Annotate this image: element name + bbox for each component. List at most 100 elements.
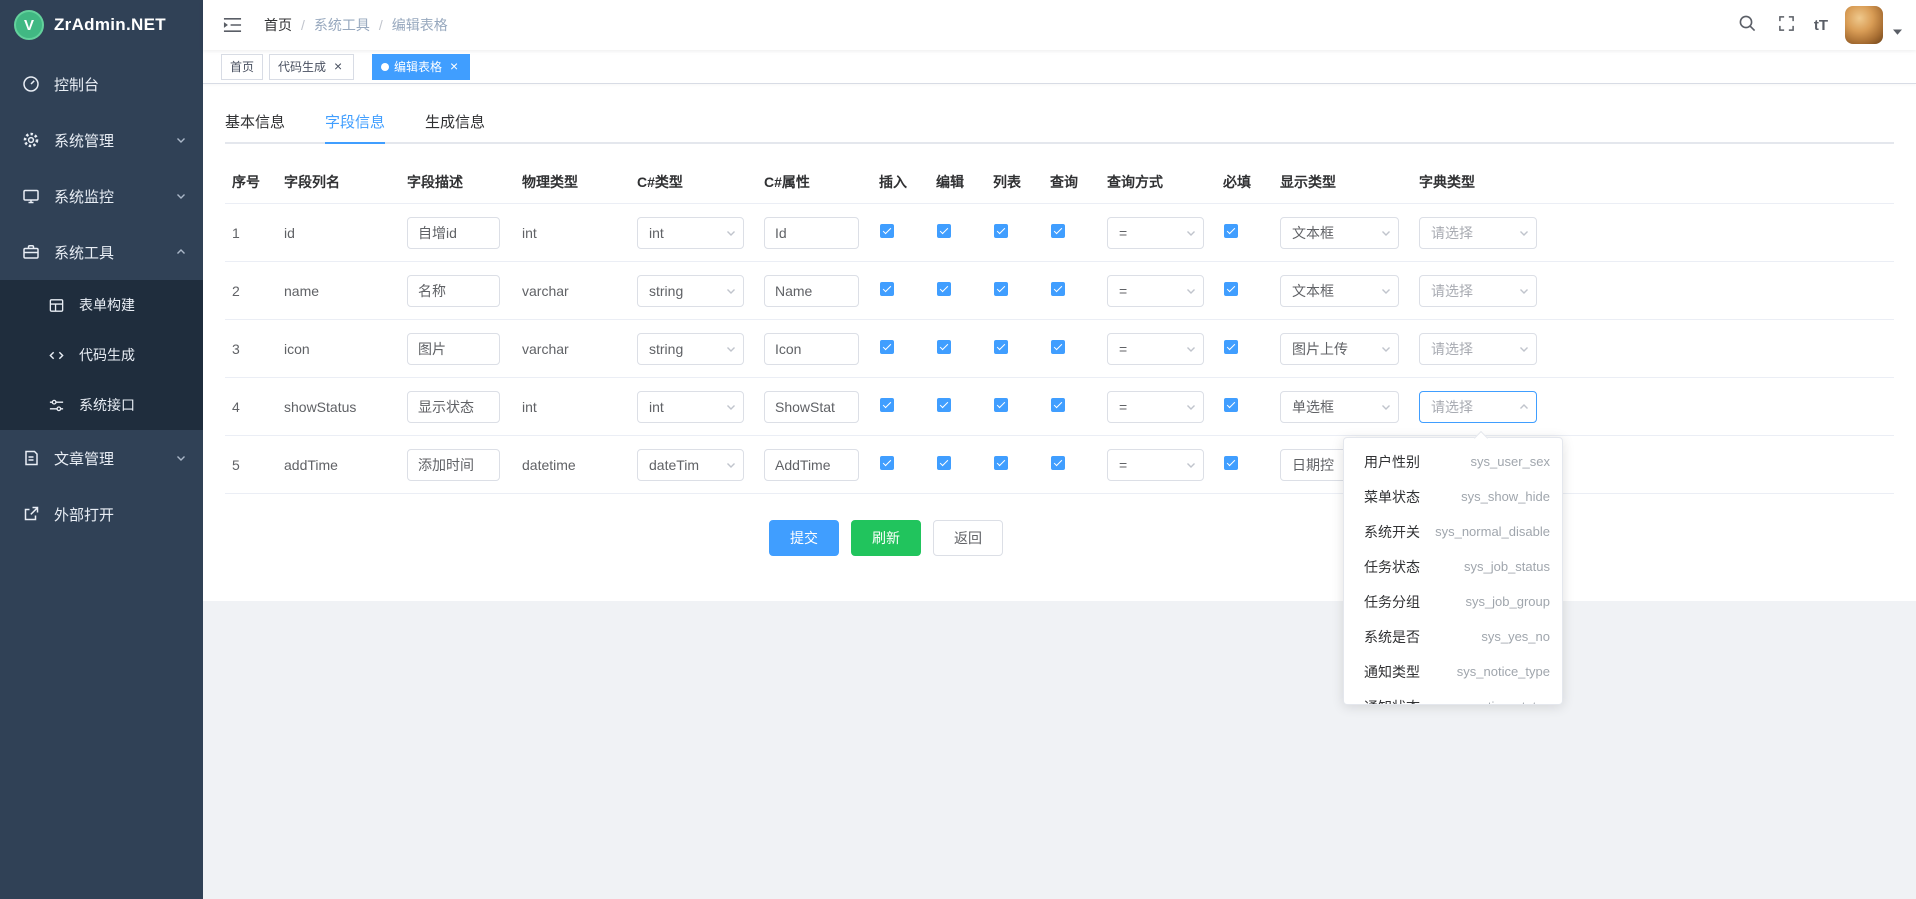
sidebar-item-form-builder[interactable]: 表单构建 (0, 280, 203, 330)
back-button[interactable]: 返回 (933, 520, 1003, 556)
sidebar-item-system-tools[interactable]: 系统工具 (0, 224, 203, 280)
csharp-property-input[interactable] (764, 275, 859, 307)
description-input[interactable] (407, 275, 500, 307)
csharp-property-input[interactable] (764, 333, 859, 365)
tab-basic-info[interactable]: 基本信息 (225, 104, 285, 144)
list-checkbox[interactable] (994, 282, 1008, 296)
breadcrumb-home[interactable]: 首页 (264, 15, 292, 35)
query-mode-select[interactable]: = (1107, 275, 1204, 307)
list-checkbox[interactable] (994, 340, 1008, 354)
csharp-type-select[interactable]: string (637, 275, 744, 307)
sidebar-item-article-manage[interactable]: 文章管理 (0, 430, 203, 486)
display-type-select[interactable]: 文本框 (1280, 217, 1399, 249)
query-mode-select[interactable]: = (1107, 449, 1204, 481)
edit-checkbox[interactable] (937, 224, 951, 238)
query-mode-select[interactable]: = (1107, 391, 1204, 423)
insert-checkbox[interactable] (880, 340, 894, 354)
breadcrumb-separator: / (301, 17, 305, 33)
dict-option-normal-disable[interactable]: 系统开关 sys_normal_disable (1344, 514, 1562, 549)
sidebar-item-system-api[interactable]: 系统接口 (0, 380, 203, 430)
column-name: name (277, 283, 400, 299)
toolbox-icon (22, 243, 40, 261)
submit-button[interactable]: 提交 (769, 520, 839, 556)
display-type-select[interactable]: 文本框 (1280, 275, 1399, 307)
csharp-property-input[interactable] (764, 391, 859, 423)
sidebar-item-code-generation[interactable]: 代码生成 (0, 330, 203, 380)
chevron-down-icon (725, 227, 737, 239)
dict-type-select[interactable]: 请选择 (1419, 333, 1537, 365)
insert-checkbox[interactable] (880, 456, 894, 470)
tab-field-info[interactable]: 字段信息 (325, 104, 385, 144)
dict-option-user-sex[interactable]: 用户性别 sys_user_sex (1344, 444, 1562, 479)
tag-home[interactable]: 首页 (221, 54, 263, 80)
csharp-type-select[interactable]: dateTim (637, 449, 744, 481)
font-size-button[interactable]: tT (1814, 17, 1828, 34)
display-type-select[interactable]: 单选框 (1280, 391, 1399, 423)
csharp-property-input[interactable] (764, 449, 859, 481)
edit-checkbox[interactable] (937, 398, 951, 412)
query-checkbox[interactable] (1051, 456, 1065, 470)
close-icon[interactable]: × (331, 60, 345, 74)
csharp-property-input[interactable] (764, 217, 859, 249)
required-checkbox[interactable] (1224, 340, 1238, 354)
csharp-type-select[interactable]: int (637, 391, 744, 423)
query-checkbox[interactable] (1051, 282, 1065, 296)
sidebar-collapse-button[interactable] (221, 15, 244, 35)
insert-checkbox[interactable] (880, 224, 894, 238)
avatar[interactable] (1845, 6, 1883, 44)
tag-code-generation[interactable]: 代码生成 × (269, 54, 354, 80)
dict-type-select[interactable]: 请选择 (1419, 217, 1537, 249)
insert-checkbox[interactable] (880, 282, 894, 296)
csharp-type-select[interactable]: int (637, 217, 744, 249)
display-type-select[interactable]: 图片上传 (1280, 333, 1399, 365)
query-checkbox[interactable] (1051, 224, 1065, 238)
query-checkbox[interactable] (1051, 398, 1065, 412)
list-checkbox[interactable] (994, 398, 1008, 412)
sidebar-item-system-monitor[interactable]: 系统监控 (0, 168, 203, 224)
table-row: 1 id int int = 文本框 请选择 (225, 204, 1894, 262)
chevron-up-icon (1518, 401, 1530, 413)
refresh-button[interactable]: 刷新 (851, 520, 921, 556)
brand-logo[interactable]: V ZrAdmin.NET (0, 0, 203, 50)
edit-checkbox[interactable] (937, 282, 951, 296)
query-checkbox[interactable] (1051, 340, 1065, 354)
dict-type-select[interactable]: 请选择 (1419, 391, 1537, 423)
dict-type-select[interactable]: 请选择 (1419, 275, 1537, 307)
required-checkbox[interactable] (1224, 398, 1238, 412)
breadcrumb-system-tools[interactable]: 系统工具 (314, 15, 370, 35)
chevron-down-icon (1185, 401, 1197, 413)
query-mode-select[interactable]: = (1107, 217, 1204, 249)
required-checkbox[interactable] (1224, 456, 1238, 470)
dict-option-job-status[interactable]: 任务状态 sys_job_status (1344, 549, 1562, 584)
dict-option-notice-type[interactable]: 通知类型 sys_notice_type (1344, 654, 1562, 689)
csharp-type-select[interactable]: string (637, 333, 744, 365)
list-checkbox[interactable] (994, 224, 1008, 238)
dict-option-notice-status[interactable]: 通知状态 sys_notice_status (1344, 689, 1562, 705)
list-checkbox[interactable] (994, 456, 1008, 470)
tag-edit-table[interactable]: 编辑表格 × (372, 54, 470, 80)
caret-down-icon[interactable] (1893, 29, 1902, 35)
dict-option-job-group[interactable]: 任务分组 sys_job_group (1344, 584, 1562, 619)
edit-checkbox[interactable] (937, 456, 951, 470)
chevron-down-icon (725, 285, 737, 297)
sidebar-item-external-open[interactable]: 外部打开 (0, 486, 203, 542)
search-button[interactable] (1736, 12, 1759, 38)
dict-option-show-hide[interactable]: 菜单状态 sys_show_hide (1344, 479, 1562, 514)
required-checkbox[interactable] (1224, 224, 1238, 238)
description-input[interactable] (407, 333, 500, 365)
chevron-down-icon (1518, 285, 1530, 297)
required-checkbox[interactable] (1224, 282, 1238, 296)
dict-option-yes-no[interactable]: 系统是否 sys_yes_no (1344, 619, 1562, 654)
insert-checkbox[interactable] (880, 398, 894, 412)
fullscreen-button[interactable] (1776, 13, 1797, 37)
edit-checkbox[interactable] (937, 340, 951, 354)
sidebar-item-dashboard[interactable]: 控制台 (0, 56, 203, 112)
description-input[interactable] (407, 391, 500, 423)
sidebar-item-system-manage[interactable]: 系统管理 (0, 112, 203, 168)
close-icon[interactable]: × (447, 60, 461, 74)
description-input[interactable] (407, 449, 500, 481)
tab-generate-info[interactable]: 生成信息 (425, 104, 485, 144)
description-input[interactable] (407, 217, 500, 249)
app-root: V ZrAdmin.NET 控制台 系统管理 系统监控 系统工具 (0, 0, 1916, 899)
query-mode-select[interactable]: = (1107, 333, 1204, 365)
